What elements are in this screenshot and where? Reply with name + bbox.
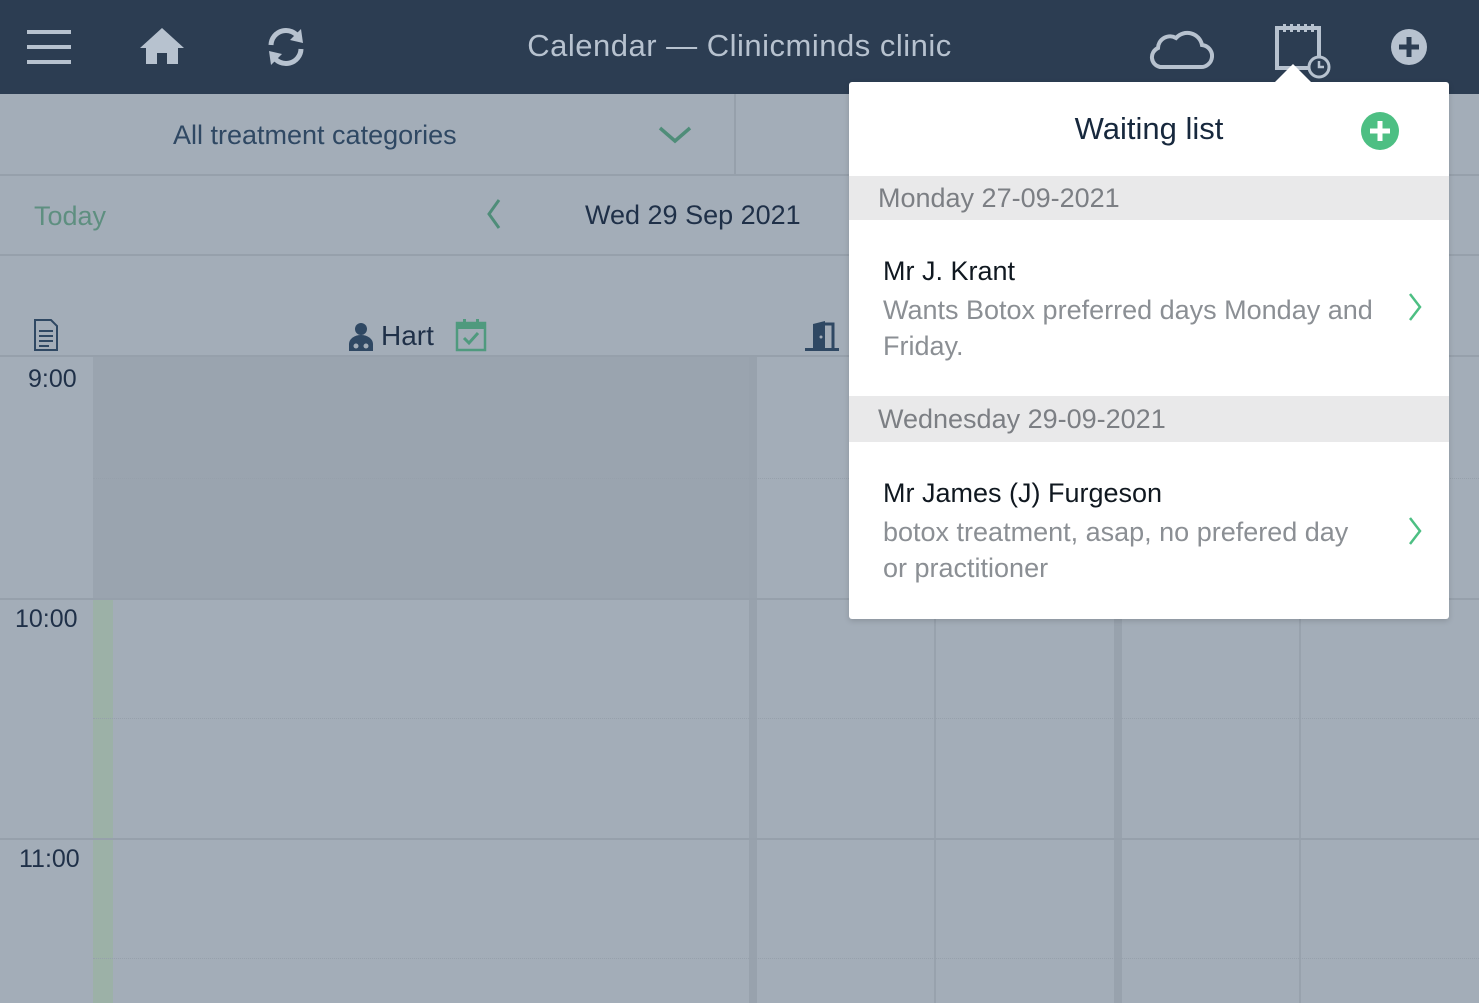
popover-header: Waiting list xyxy=(849,82,1449,176)
popover-arrow xyxy=(1273,64,1313,84)
document-icon[interactable] xyxy=(33,318,59,357)
category-dropdown-label[interactable]: All treatment categories xyxy=(173,120,457,151)
section-date: Monday 27-09-2021 xyxy=(878,183,1120,213)
date-section-header: Monday 27-09-2021 xyxy=(849,176,1449,220)
room-door-icon xyxy=(805,320,841,357)
practitioner-name: Hart xyxy=(381,320,434,351)
chevron-left-icon[interactable] xyxy=(486,198,502,235)
page-title: Calendar — Clinicminds clinic xyxy=(527,28,952,63)
add-waiting-entry-button[interactable] xyxy=(1361,112,1399,150)
availability-indicator xyxy=(93,598,113,1003)
waiting-list-item[interactable]: Mr James (J) Furgeson botox treatment, a… xyxy=(849,442,1449,618)
waiting-list-popover: Waiting list Monday 27-09-2021 Mr J. Kra… xyxy=(849,64,1449,619)
date-section-header: Wednesday 29-09-2021 xyxy=(849,396,1449,442)
hour-label: 9:00 xyxy=(28,365,77,393)
patient-name: Mr J. Krant xyxy=(883,256,1016,286)
chevron-right-icon[interactable] xyxy=(1407,292,1423,327)
cloud-icon[interactable] xyxy=(1146,28,1215,75)
hour-line xyxy=(0,838,1479,840)
today-button[interactable]: Today xyxy=(34,201,106,232)
waiting-list-item[interactable]: Mr J. Krant Wants Botox preferred days M… xyxy=(849,220,1449,396)
practitioner-icon xyxy=(348,322,374,357)
add-icon[interactable] xyxy=(1390,28,1428,71)
hour-label: 10:00 xyxy=(15,605,78,633)
calendar-check-icon[interactable] xyxy=(455,318,487,357)
entry-description: Wants Botox preferred days Monday and Fr… xyxy=(883,295,1373,361)
half-hour-line xyxy=(93,958,1479,960)
top-navigation-bar: Calendar — Clinicminds clinic xyxy=(0,0,1479,94)
chevron-down-icon[interactable] xyxy=(658,126,692,149)
filter-divider xyxy=(734,94,736,174)
column-divider xyxy=(749,357,757,1003)
hour-label: 11:00 xyxy=(19,845,80,873)
section-date: Wednesday 29-09-2021 xyxy=(878,404,1166,434)
half-hour-line xyxy=(93,718,1479,720)
entry-description: botox treatment, asap, no prefered day o… xyxy=(883,517,1349,583)
current-date: Wed 29 Sep 2021 xyxy=(585,200,801,230)
patient-name: Mr James (J) Furgeson xyxy=(883,478,1163,508)
plus-icon xyxy=(1370,121,1390,141)
popover-title: Waiting list xyxy=(1074,111,1224,146)
chevron-right-icon[interactable] xyxy=(1407,516,1423,551)
